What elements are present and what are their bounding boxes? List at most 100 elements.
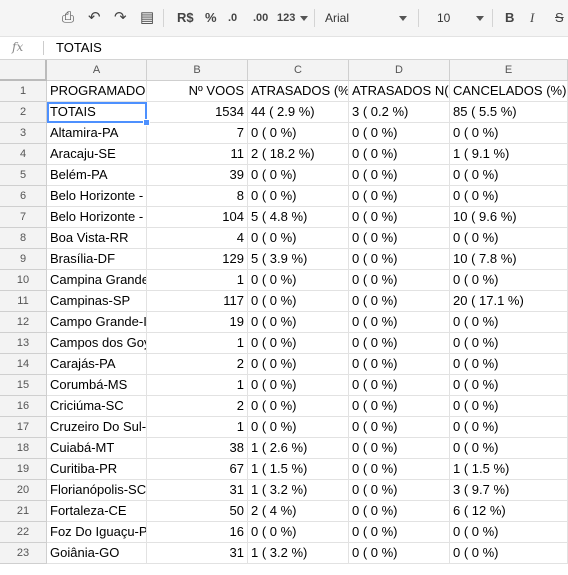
row-header[interactable]: 23 — [0, 543, 47, 564]
column-header-c[interactable]: C — [248, 60, 349, 81]
cell-d[interactable]: 0 ( 0 %) — [349, 312, 450, 333]
row-header[interactable]: 11 — [0, 291, 47, 312]
fill-handle[interactable] — [143, 119, 150, 126]
italic-button[interactable]: I — [530, 0, 534, 36]
cell-c[interactable]: 0 ( 0 %) — [248, 270, 349, 291]
cell-d[interactable]: 0 ( 0 %) — [349, 123, 450, 144]
cell-d[interactable]: 0 ( 0 %) — [349, 144, 450, 165]
cell-a[interactable]: Aracaju-SE — [47, 144, 147, 165]
cell-a[interactable]: Altamira-PA — [47, 123, 147, 144]
cell-d[interactable]: ATRASADOS N( — [349, 81, 450, 102]
cell-b[interactable]: 1534 — [147, 102, 248, 123]
cell-d[interactable]: 0 ( 0 %) — [349, 480, 450, 501]
cell-b[interactable]: 38 — [147, 438, 248, 459]
cell-a[interactable]: Boa Vista-RR — [47, 228, 147, 249]
cell-b[interactable]: 1 — [147, 375, 248, 396]
font-family-select[interactable]: Arial — [325, 5, 349, 31]
cell-c[interactable]: 1 ( 3.2 %) — [248, 480, 349, 501]
cell-b[interactable]: 8 — [147, 186, 248, 207]
cell-a[interactable]: Belém-PA — [47, 165, 147, 186]
cell-b[interactable]: 50 — [147, 501, 248, 522]
row-header[interactable]: 20 — [0, 480, 47, 501]
cell-a[interactable]: Florianópolis-SC — [47, 480, 147, 501]
formula-input[interactable]: TOTAIS — [56, 40, 102, 55]
cell-c[interactable]: 0 ( 0 %) — [248, 186, 349, 207]
row-header[interactable]: 4 — [0, 144, 47, 165]
currency-format-button[interactable]: R$ — [177, 0, 194, 36]
cell-b[interactable]: 19 — [147, 312, 248, 333]
cell-e[interactable]: 0 ( 0 %) — [450, 123, 568, 144]
cell-a[interactable]: Campo Grande-I — [47, 312, 147, 333]
row-header[interactable]: 13 — [0, 333, 47, 354]
cell-e[interactable]: 0 ( 0 %) — [450, 186, 568, 207]
cell-b[interactable]: 39 — [147, 165, 248, 186]
cell-d[interactable]: 0 ( 0 %) — [349, 501, 450, 522]
more-formats-button[interactable]: 123 — [277, 0, 295, 36]
cell-e[interactable]: 0 ( 0 %) — [450, 522, 568, 543]
selected-cell[interactable]: TOTAIS — [47, 102, 147, 123]
cell-a[interactable]: Corumbá-MS — [47, 375, 147, 396]
row-header[interactable]: 10 — [0, 270, 47, 291]
redo-icon[interactable]: ↷ — [114, 0, 127, 36]
cell-e[interactable]: 0 ( 0 %) — [450, 270, 568, 291]
decrease-decimals-button[interactable]: .0 — [228, 0, 237, 36]
cell-c[interactable]: 0 ( 0 %) — [248, 333, 349, 354]
cell-b[interactable]: 2 — [147, 354, 248, 375]
row-header[interactable]: 21 — [0, 501, 47, 522]
column-header-e[interactable]: E — [450, 60, 568, 81]
cell-c[interactable]: 0 ( 0 %) — [248, 417, 349, 438]
cell-a[interactable]: Belo Horizonte - — [47, 186, 147, 207]
cell-d[interactable]: 0 ( 0 %) — [349, 522, 450, 543]
cell-e[interactable]: 0 ( 0 %) — [450, 438, 568, 459]
cell-c[interactable]: 0 ( 0 %) — [248, 228, 349, 249]
cell-b[interactable]: 31 — [147, 480, 248, 501]
cell-c[interactable]: 0 ( 0 %) — [248, 522, 349, 543]
cell-b[interactable]: 104 — [147, 207, 248, 228]
cell-a[interactable]: Campinas-SP — [47, 291, 147, 312]
row-header[interactable]: 12 — [0, 312, 47, 333]
cell-b[interactable]: 4 — [147, 228, 248, 249]
cell-c[interactable]: 0 ( 0 %) — [248, 165, 349, 186]
cell-e[interactable]: 20 ( 17.1 %) — [450, 291, 568, 312]
cell-a[interactable]: Belo Horizonte - — [47, 207, 147, 228]
cell-e[interactable]: 0 ( 0 %) — [450, 543, 568, 564]
cell-c[interactable]: 1 ( 1.5 %) — [248, 459, 349, 480]
cell-b[interactable]: 117 — [147, 291, 248, 312]
cell-d[interactable]: 0 ( 0 %) — [349, 249, 450, 270]
cell-b[interactable]: 7 — [147, 123, 248, 144]
cell-c[interactable]: 44 ( 2.9 %) — [248, 102, 349, 123]
cell-e[interactable]: 3 ( 9.7 %) — [450, 480, 568, 501]
cell-a[interactable]: Foz Do Iguaçu-P — [47, 522, 147, 543]
cell-b[interactable]: 1 — [147, 417, 248, 438]
row-header[interactable]: 8 — [0, 228, 47, 249]
cell-c[interactable]: ATRASADOS (% — [248, 81, 349, 102]
cell-e[interactable]: 0 ( 0 %) — [450, 354, 568, 375]
column-header-d[interactable]: D — [349, 60, 450, 81]
row-header[interactable]: 9 — [0, 249, 47, 270]
undo-icon[interactable]: ↶ — [88, 0, 101, 36]
cell-d[interactable]: 0 ( 0 %) — [349, 543, 450, 564]
cell-a[interactable]: Criciúma-SC — [47, 396, 147, 417]
percent-format-button[interactable]: % — [205, 0, 217, 36]
cell-d[interactable]: 0 ( 0 %) — [349, 375, 450, 396]
column-header-b[interactable]: B — [147, 60, 248, 81]
cell-c[interactable]: 2 ( 18.2 %) — [248, 144, 349, 165]
row-header[interactable]: 22 — [0, 522, 47, 543]
cell-a[interactable]: Campos dos Goy — [47, 333, 147, 354]
cell-e[interactable]: 1 ( 1.5 %) — [450, 459, 568, 480]
cell-e[interactable]: 1 ( 9.1 %) — [450, 144, 568, 165]
cell-d[interactable]: 0 ( 0 %) — [349, 333, 450, 354]
cell-e[interactable]: 0 ( 0 %) — [450, 396, 568, 417]
row-header[interactable]: 6 — [0, 186, 47, 207]
row-header[interactable]: 15 — [0, 375, 47, 396]
cell-e[interactable]: CANCELADOS (%) — [450, 81, 568, 102]
font-size-select[interactable]: 10 — [437, 5, 450, 31]
cell-e[interactable]: 10 ( 9.6 %) — [450, 207, 568, 228]
row-header[interactable]: 3 — [0, 123, 47, 144]
cell-b[interactable]: 1 — [147, 333, 248, 354]
cell-a[interactable]: Campina Grande — [47, 270, 147, 291]
bold-button[interactable]: B — [505, 0, 514, 36]
cell-e[interactable]: 0 ( 0 %) — [450, 312, 568, 333]
cell-e[interactable]: 0 ( 0 %) — [450, 165, 568, 186]
cell-d[interactable]: 0 ( 0 %) — [349, 396, 450, 417]
